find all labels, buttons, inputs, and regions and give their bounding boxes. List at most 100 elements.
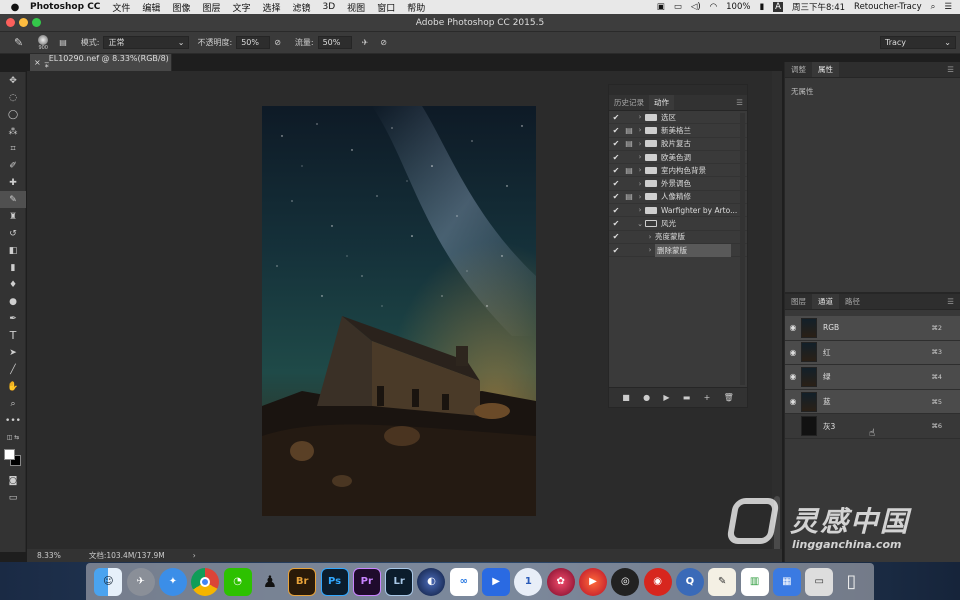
zoom-level[interactable]: 8.33% — [37, 551, 61, 560]
hand-tool-icon[interactable]: ✋ — [0, 378, 26, 395]
obs-icon[interactable]: ◎ — [611, 567, 640, 596]
check-icon[interactable]: ✔ — [609, 113, 623, 122]
check-icon[interactable]: ✔ — [609, 219, 623, 228]
trash-icon[interactable]: 🗑 — [724, 393, 734, 402]
lightroom-icon[interactable]: Lr — [385, 567, 414, 596]
chevron-right-icon[interactable]: › — [645, 233, 655, 241]
gradient-tool-icon[interactable]: ▮ — [0, 259, 26, 276]
action-row[interactable]: ✔ › 亮度蒙版 — [609, 231, 747, 244]
chevron-right-icon[interactable]: › — [635, 180, 645, 188]
menu-image[interactable]: 图像 — [172, 1, 190, 14]
marquee-tool-icon[interactable]: ◌ — [0, 89, 26, 106]
chevron-down-icon[interactable]: ⌄ — [635, 220, 645, 228]
dialog-toggle-icon[interactable]: ▤ — [623, 126, 635, 135]
dialog-toggle-icon[interactable]: ▤ — [623, 192, 635, 201]
mode-select[interactable]: 正常 ⌄ — [103, 36, 190, 49]
spotlight-icon[interactable]: ⌕ — [931, 2, 936, 12]
info-app-icon[interactable]: 1 — [514, 567, 543, 596]
panel-menu-icon[interactable]: ☰ — [736, 95, 747, 110]
check-icon[interactable]: ✔ — [609, 246, 623, 255]
davinci-resolve-icon[interactable]: ✿ — [546, 567, 575, 596]
wifi-icon[interactable]: ◠ — [710, 2, 717, 12]
document-tab[interactable]: × _EL10290.nef @ 8.33%(RGB/8) * — [30, 54, 172, 72]
keynote-icon[interactable]: ▦ — [772, 567, 801, 596]
screen-mode-icon[interactable]: ▭ — [0, 489, 26, 506]
line-tool-icon[interactable]: ╱ — [0, 361, 26, 378]
pen-tool-icon[interactable]: ✒ — [0, 310, 26, 327]
action-set-row[interactable]: ✔ ▤ › 室内构色背景 — [609, 164, 747, 178]
document-canvas-image[interactable] — [262, 106, 536, 516]
chevron-right-icon[interactable]: › — [635, 140, 645, 148]
chevron-right-icon[interactable]: › — [635, 206, 645, 214]
history-brush-tool-icon[interactable]: ↺ — [0, 225, 26, 242]
tab-actions[interactable]: 动作 — [649, 95, 674, 110]
photoshop-icon[interactable]: Ps — [320, 567, 349, 596]
quick-mask-icon[interactable]: ◙ — [0, 472, 26, 489]
color-swatches[interactable] — [0, 446, 26, 472]
volume-icon[interactable]: ◁) — [691, 2, 701, 12]
pressure-size-icon[interactable]: ⊘ — [380, 38, 387, 47]
eye-icon[interactable]: ◉ — [785, 397, 801, 406]
minimize-window-button[interactable] — [19, 18, 28, 27]
netease-music-icon[interactable]: ◉ — [643, 567, 672, 596]
airbrush-icon[interactable]: ✈ — [362, 38, 369, 47]
channel-row-red[interactable]: ◉ 红 ⌘3 — [785, 340, 960, 366]
lasso-tool-icon[interactable]: ◯ — [0, 106, 26, 123]
opacity-input[interactable]: 50% — [236, 36, 271, 49]
action-set-row[interactable]: ✔ › Warfighter by Arto... — [609, 204, 747, 218]
apple-icon[interactable]: ● — [0, 2, 30, 13]
brush-preset-picker[interactable]: 900 — [31, 34, 55, 51]
stop-icon[interactable]: ■ — [622, 393, 630, 402]
eye-icon[interactable]: ◉ — [785, 372, 801, 381]
close-window-button[interactable] — [6, 18, 15, 27]
menu-window[interactable]: 窗口 — [377, 1, 395, 14]
safari-icon[interactable]: ✦ — [158, 567, 187, 596]
dialog-toggle-icon[interactable]: ▤ — [623, 166, 635, 175]
move-tool-icon[interactable]: ✥ — [0, 72, 26, 89]
zoom-window-button[interactable] — [32, 18, 41, 27]
action-set-row[interactable]: ✔ ▤ › 人像精修 — [609, 191, 747, 205]
play-icon[interactable]: ▶ — [663, 393, 669, 402]
check-icon[interactable]: ✔ — [609, 153, 623, 162]
quick-select-tool-icon[interactable]: ⁂ — [0, 123, 26, 140]
display-icon[interactable]: ▭ — [674, 2, 682, 12]
record-icon[interactable]: ● — [643, 393, 650, 402]
new-set-folder-icon[interactable]: ▬ — [683, 393, 691, 402]
type-tool-icon[interactable]: T — [0, 327, 26, 344]
action-set-row[interactable]: ✔ › 选区 — [609, 111, 747, 125]
panel-menu-icon[interactable]: ☰ — [947, 294, 960, 309]
wechat-icon[interactable]: ◔ — [223, 567, 252, 596]
chrome-icon[interactable] — [191, 567, 220, 596]
pressure-opacity-icon[interactable]: ⊘ — [274, 38, 281, 47]
video-editor-icon[interactable]: ▶ — [482, 567, 511, 596]
menu-type[interactable]: 文字 — [232, 1, 250, 14]
check-icon[interactable]: ✔ — [609, 206, 623, 215]
check-icon[interactable]: ✔ — [609, 166, 623, 175]
numbers-icon[interactable]: ▥ — [740, 567, 769, 596]
status-menu-arrow[interactable]: › — [193, 551, 196, 560]
action-set-row[interactable]: ✔ ▤ › 新美格兰 — [609, 124, 747, 138]
channel-row-rgb[interactable]: ◉ RGB ⌘2 — [785, 316, 960, 341]
check-icon[interactable]: ✔ — [609, 192, 623, 201]
panel-drag-handle[interactable] — [609, 85, 747, 95]
premiere-icon[interactable]: Pr — [352, 567, 381, 596]
baidu-cloud-icon[interactable]: ∞ — [449, 567, 478, 596]
chevron-right-icon[interactable]: › — [635, 193, 645, 201]
textedit-icon[interactable]: ✎ — [708, 567, 737, 596]
brush-tool-icon[interactable]: ✎ — [14, 36, 23, 49]
bridge-icon[interactable]: Br — [288, 567, 317, 596]
menu-help[interactable]: 帮助 — [407, 1, 425, 14]
check-icon[interactable]: ✔ — [609, 126, 623, 135]
cinema4d-icon[interactable]: ◐ — [417, 567, 446, 596]
eye-icon[interactable]: ◉ — [785, 348, 801, 357]
tab-layers[interactable]: 图层 — [785, 294, 812, 309]
actions-scrollbar[interactable] — [740, 113, 745, 385]
eye-icon[interactable]: ◉ — [785, 323, 801, 332]
battery-level[interactable]: 100% — [726, 2, 750, 12]
panel-menu-icon[interactable]: ☰ — [947, 62, 960, 77]
healing-brush-tool-icon[interactable]: ✚ — [0, 174, 26, 191]
tab-paths[interactable]: 路径 — [839, 294, 866, 309]
more-tools-icon[interactable]: ••• — [0, 412, 26, 429]
notification-icon[interactable]: ☰ — [944, 2, 952, 12]
action-set-row-expanded[interactable]: ✔ ⌄ 风光 — [609, 217, 747, 231]
